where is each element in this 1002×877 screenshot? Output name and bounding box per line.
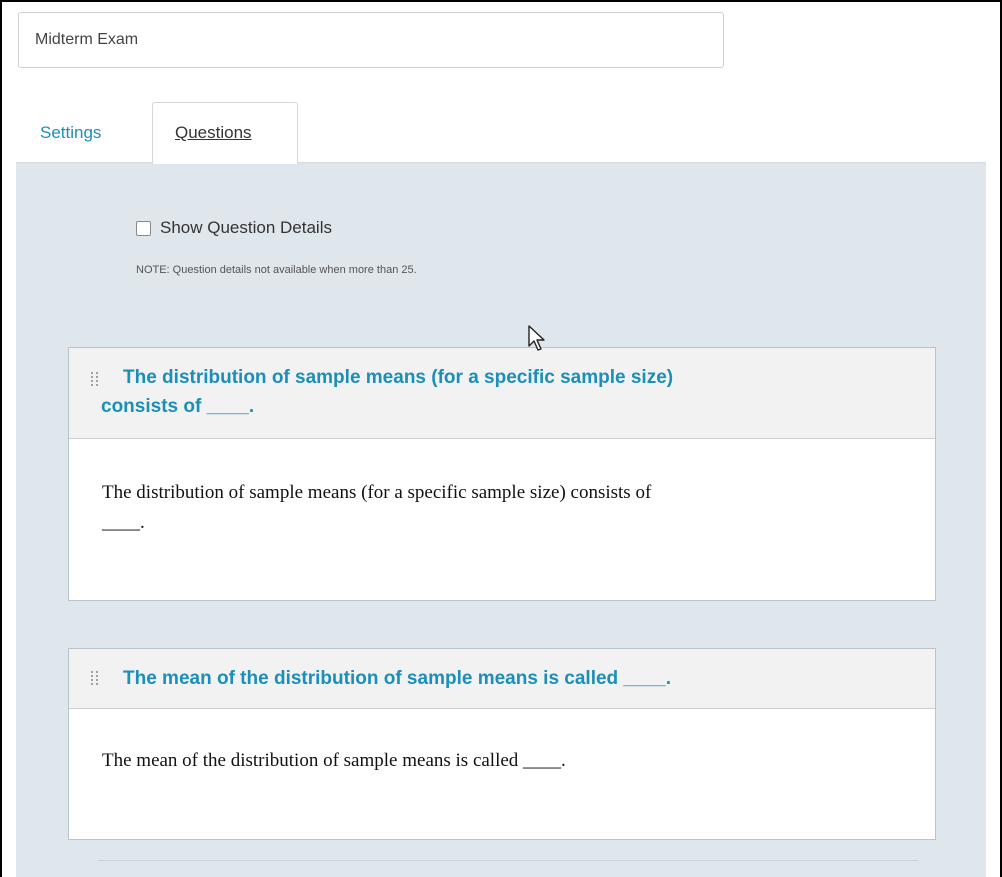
- panel-divider: [98, 860, 918, 861]
- question-body: The distribution of sample means (for a …: [102, 478, 651, 538]
- show-question-details-label: Show Question Details: [160, 218, 332, 237]
- exam-title-input[interactable]: [18, 12, 724, 68]
- show-question-details-toggle[interactable]: Show Question Details: [136, 218, 332, 238]
- question-body-line: ____.: [102, 512, 145, 533]
- mouse-pointer-icon: [528, 325, 545, 351]
- question-title[interactable]: The distribution of sample means (for a …: [69, 363, 909, 421]
- question-card: The distribution of sample means (for a …: [68, 347, 936, 601]
- drag-handle-icon[interactable]: [91, 671, 100, 686]
- question-title-line: consists of ____.: [101, 396, 255, 417]
- question-title-line: The distribution of sample means (for a …: [123, 367, 674, 388]
- question-title[interactable]: The mean of the distribution of sample m…: [123, 664, 671, 693]
- question-card: The mean of the distribution of sample m…: [68, 648, 936, 840]
- question-body-line: The distribution of sample means (for a …: [102, 482, 652, 503]
- question-details-note: NOTE: Question details not available whe…: [136, 264, 417, 276]
- question-card-header[interactable]: The mean of the distribution of sample m…: [69, 649, 935, 709]
- quiz-editor: Settings Questions Show Question Details…: [0, 0, 1002, 877]
- show-question-details-checkbox[interactable]: [136, 220, 151, 236]
- tab-questions-label: Questions: [175, 123, 252, 142]
- tab-questions[interactable]: Questions: [152, 102, 298, 164]
- question-card-header[interactable]: The distribution of sample means (for a …: [69, 348, 935, 439]
- tab-settings[interactable]: Settings: [40, 123, 101, 143]
- question-body: The mean of the distribution of sample m…: [102, 750, 566, 771]
